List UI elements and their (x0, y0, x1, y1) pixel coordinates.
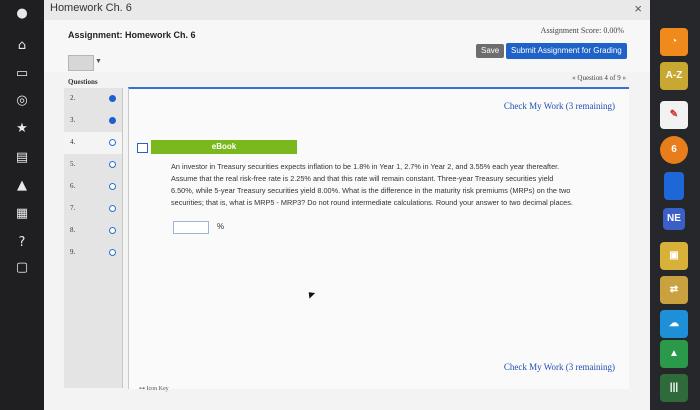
left-sidebar: ● ⌂ ▭ ◎ ★ ▤ ▲ ▦ ? ▢ (0, 0, 44, 410)
barcode-icon[interactable]: ||| (660, 374, 688, 402)
check-my-work-link-bottom[interactable]: Check My Work (3 remaining) (504, 362, 615, 372)
book-icon[interactable]: ▤ (14, 150, 30, 166)
question-number: 8. (70, 226, 76, 234)
question-list: 2. 3. 4. 5. 6. 7. 8. 9. (64, 88, 123, 388)
question-text: An investor in Treasury securities expec… (171, 161, 611, 209)
unanswered-dot-icon (109, 205, 116, 212)
unanswered-dot-icon (109, 227, 116, 234)
questions-header: Questions (68, 78, 98, 86)
question-number: 5. (70, 160, 76, 168)
unanswered-dot-icon (109, 161, 116, 168)
chevron-down-icon[interactable]: ▼ (95, 58, 102, 65)
assignment-header: Assignment: Homework Ch. 6 Assignment Sc… (44, 20, 650, 72)
ebook-icon[interactable] (137, 143, 148, 153)
chat-icon[interactable]: ▢ (14, 260, 30, 276)
homework-app: Homework Ch. 6 × Assignment: Homework Ch… (44, 0, 650, 410)
image-icon[interactable]: ▣ (660, 242, 688, 270)
notes-icon[interactable]: ✎ (660, 101, 688, 129)
sync-icon[interactable]: 6 (660, 136, 688, 164)
rss-icon[interactable]: ◔ (660, 28, 688, 56)
cloud-icon[interactable]: ☁ (660, 310, 688, 338)
question-navigator[interactable]: « Question 4 of 9 » (572, 74, 626, 82)
icon-key: ⊶ Icon Key (139, 386, 169, 392)
question-line: securities; that is, what is MRP5 - MRP3… (171, 198, 573, 207)
question-line: 6.50%, while 5-year Treasury securities … (171, 186, 571, 195)
question-number: 2. (70, 94, 76, 102)
question-item-current[interactable]: 4. (64, 132, 122, 154)
right-extension-bar: ◔ A-Z ✎ 6 NE ▣ ⇄ ☁ ▲ ||| (650, 0, 700, 410)
submit-assignment-button[interactable]: Submit Assignment for Grading (506, 43, 627, 59)
laptop-icon[interactable]: ▭ (14, 66, 30, 82)
question-line: An investor in Treasury securities expec… (171, 162, 560, 171)
unanswered-dot-icon (109, 183, 116, 190)
shuffle-icon[interactable]: ⇄ (660, 276, 688, 304)
check-my-work-link[interactable]: Check My Work (3 remaining) (504, 101, 615, 111)
question-number: 6. (70, 182, 76, 190)
drive-icon[interactable]: ▲ (660, 340, 688, 368)
calculator-toolbox-icon[interactable] (68, 55, 94, 71)
answered-dot-icon (109, 117, 116, 124)
question-number: 7. (70, 204, 76, 212)
graduation-cap-icon[interactable]: ▲ (14, 178, 30, 194)
question-item[interactable]: 3. (64, 110, 122, 132)
assignment-title: Assignment: Homework Ch. 6 (68, 30, 196, 40)
ne-icon[interactable]: NE (663, 208, 685, 230)
question-number: 9. (70, 248, 76, 256)
save-button[interactable]: Save (476, 44, 505, 58)
question-item[interactable]: 5. (64, 154, 122, 176)
question-number: 4. (70, 138, 76, 146)
home-icon[interactable]: ⌂ (14, 38, 30, 54)
calendar-icon[interactable]: ▦ (14, 206, 30, 222)
question-item[interactable]: 6. (64, 176, 122, 198)
question-line: Assume that the real risk-free rate is 2… (171, 174, 554, 183)
browser-tab-strip: Homework Ch. 6 × (44, 0, 650, 21)
question-content: Check My Work (3 remaining) eBook An inv… (128, 87, 629, 392)
question-item[interactable]: 9. (64, 242, 122, 264)
unanswered-dot-icon (109, 249, 116, 256)
close-icon[interactable]: × (634, 1, 642, 16)
ebook-button[interactable]: eBook (151, 140, 297, 154)
icon-key-label: Icon Key (146, 386, 169, 392)
question-number: 3. (70, 116, 76, 124)
dictionary-icon[interactable]: A-Z (660, 62, 688, 90)
help-icon[interactable]: ? (14, 235, 30, 251)
star-icon[interactable]: ★ (14, 121, 30, 137)
unanswered-dot-icon (109, 139, 116, 146)
answer-input[interactable] (173, 221, 209, 234)
question-item[interactable]: 7. (64, 198, 122, 220)
panel-icon[interactable] (664, 172, 684, 200)
assignment-score: Assignment Score: 0.00% (540, 26, 624, 35)
tab-title[interactable]: Homework Ch. 6 (50, 2, 132, 14)
question-item[interactable]: 2. (64, 88, 122, 110)
question-item[interactable]: 8. (64, 220, 122, 242)
pin-icon[interactable]: ● (14, 6, 30, 22)
compass-icon[interactable]: ◎ (14, 93, 30, 109)
percent-unit: % (217, 222, 225, 231)
answered-dot-icon (109, 95, 116, 102)
